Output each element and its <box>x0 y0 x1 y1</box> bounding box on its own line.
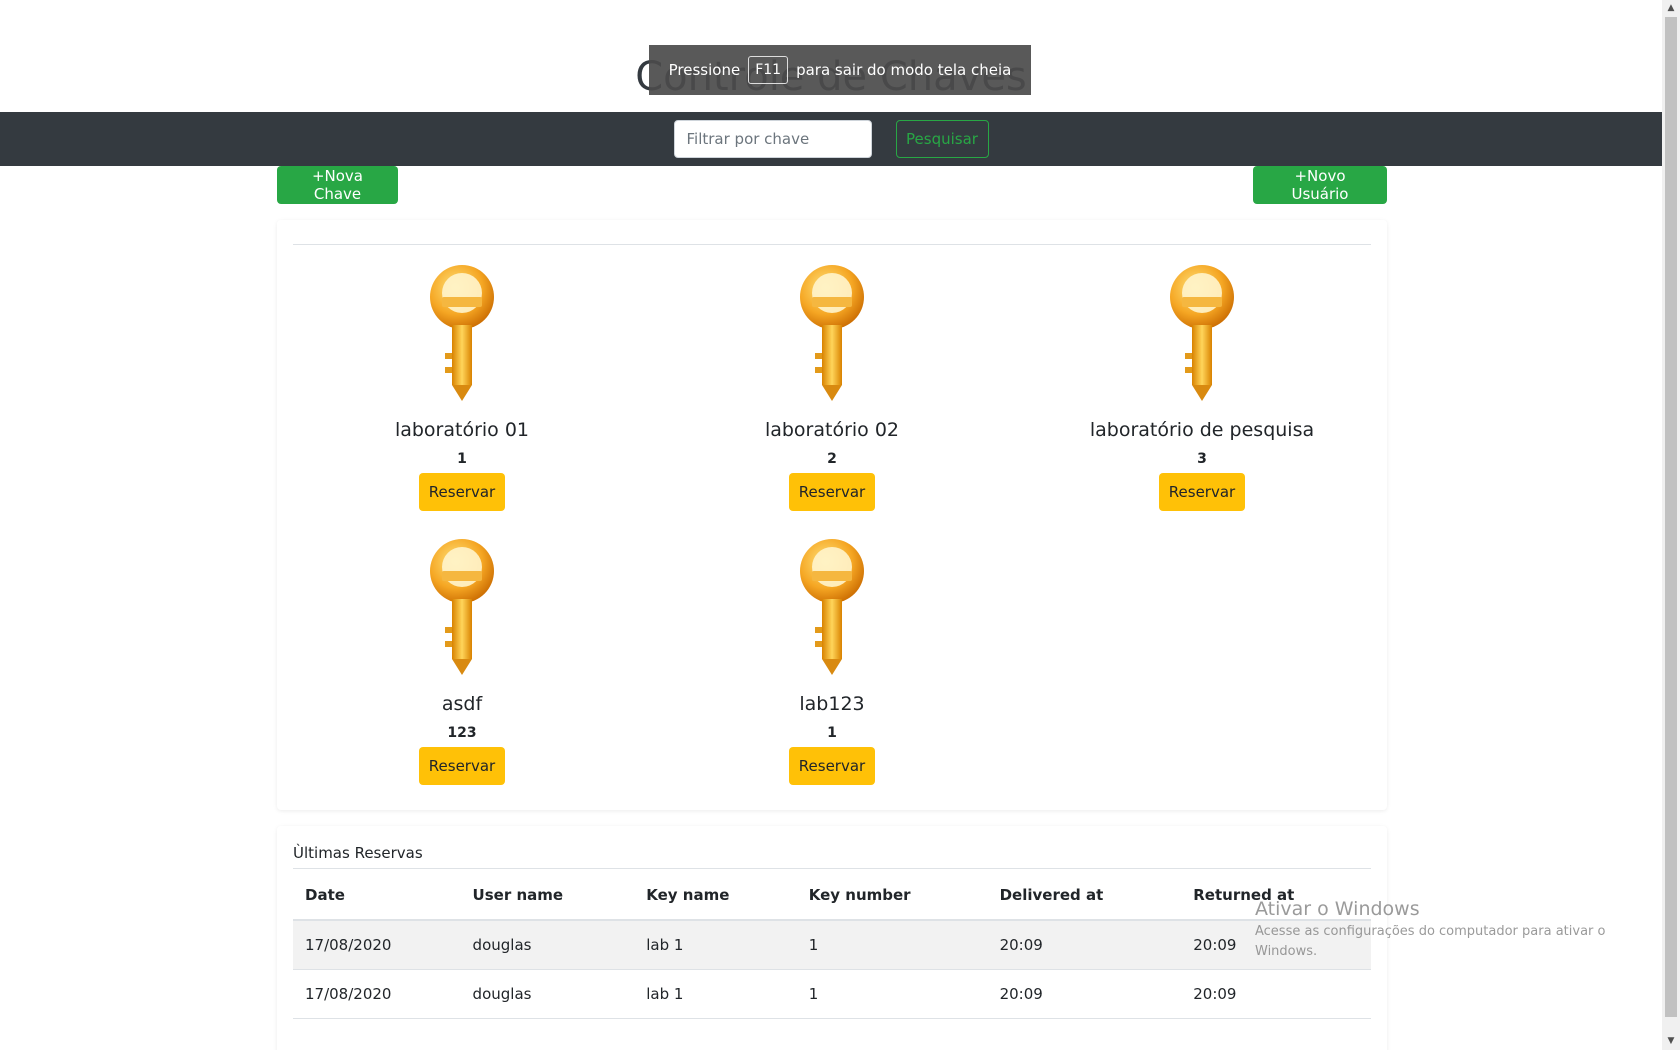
key-icon <box>800 265 864 401</box>
key-number: 1 <box>827 725 837 741</box>
reservations-card: Ùltimas Reservas Date User name Key name… <box>277 826 1387 1050</box>
key-name: laboratório 01 <box>394 419 530 441</box>
reservations-table: Date User name Key name Key number Deliv… <box>293 870 1371 1019</box>
key-number: 1 <box>457 451 467 467</box>
column-header-user-name: User name <box>460 870 635 921</box>
key-card: asdf 123 Reservar <box>277 537 647 785</box>
reservations-title: Ùltimas Reservas <box>293 844 423 862</box>
search-input[interactable] <box>673 120 872 158</box>
cell-user-name: douglas <box>460 920 635 970</box>
key-card: laboratório de pesquisa 3 Reservar <box>1017 263 1387 511</box>
cell-returned-at: 20:09 <box>1181 969 1371 1019</box>
windows-activation-watermark: Ativar o Windows Acesse as configurações… <box>1255 898 1615 962</box>
column-header-key-name: Key name <box>634 870 797 921</box>
fullscreen-notice: Pressione F11 para sair do modo tela che… <box>649 45 1031 95</box>
scrollbar-thumb[interactable] <box>1665 17 1677 1017</box>
scroll-up-arrow-icon[interactable]: ▲ <box>1662 0 1680 17</box>
key-name: laboratório de pesquisa <box>1089 419 1315 441</box>
navbar: Pesquisar <box>0 112 1662 166</box>
reserve-button[interactable]: Reservar <box>789 473 875 511</box>
key-icon <box>1170 265 1234 401</box>
reserve-button[interactable]: Reservar <box>1159 473 1245 511</box>
cell-key-name: lab 1 <box>634 969 797 1019</box>
reserve-button[interactable]: Reservar <box>419 747 505 785</box>
cell-key-number: 1 <box>796 969 988 1019</box>
column-header-date: Date <box>293 870 461 921</box>
key-card: lab123 1 Reservar <box>647 537 1017 785</box>
fullscreen-notice-prefix: Pressione <box>668 61 741 79</box>
reserve-button[interactable]: Reservar <box>419 473 505 511</box>
table-row: 17/08/2020 douglas lab 1 1 20:09 20:09 <box>293 969 1371 1019</box>
activation-subtitle: Acesse as configurações do computador pa… <box>1255 924 1606 959</box>
new-user-button[interactable]: +Novo Usuário <box>1253 166 1387 204</box>
key-name: laboratório 02 <box>764 419 900 441</box>
scroll-down-arrow-icon[interactable]: ▼ <box>1662 1033 1680 1050</box>
table-header-row: Date User name Key name Key number Deliv… <box>293 870 1371 921</box>
vertical-scrollbar[interactable]: ▲ ▼ <box>1662 0 1680 1050</box>
activation-title: Ativar o Windows <box>1255 898 1420 920</box>
key-number: 2 <box>827 451 837 467</box>
key-card: laboratório 02 2 Reservar <box>647 263 1017 511</box>
new-key-button[interactable]: +Nova Chave <box>277 166 398 204</box>
key-icon <box>800 539 864 675</box>
key-icon <box>430 539 494 675</box>
cell-user-name: douglas <box>460 969 635 1019</box>
cell-delivered-at: 20:09 <box>987 969 1182 1019</box>
key-number: 3 <box>1197 451 1207 467</box>
fullscreen-notice-suffix: para sair do modo tela cheia <box>796 61 1012 79</box>
keys-card: laboratório 01 1 Reservar laboratório 02… <box>277 220 1387 810</box>
search-button[interactable]: Pesquisar <box>895 120 989 158</box>
cell-delivered-at: 20:09 <box>987 920 1182 970</box>
keys-divider <box>293 244 1371 245</box>
key-icon <box>430 265 494 401</box>
cell-key-number: 1 <box>796 920 988 970</box>
column-header-delivered-at: Delivered at <box>987 870 1182 921</box>
key-card: laboratório 01 1 Reservar <box>277 263 647 511</box>
key-name: lab123 <box>799 693 865 715</box>
cell-date: 17/08/2020 <box>293 920 461 970</box>
table-row: 17/08/2020 douglas lab 1 1 20:09 20:09 <box>293 920 1371 970</box>
reserve-button[interactable]: Reservar <box>789 747 875 785</box>
cell-date: 17/08/2020 <box>293 969 461 1019</box>
f11-key-badge: F11 <box>748 56 789 84</box>
reservations-divider <box>293 868 1371 869</box>
key-name: asdf <box>441 693 483 715</box>
column-header-key-number: Key number <box>796 870 988 921</box>
key-number: 123 <box>447 725 477 741</box>
cell-key-name: lab 1 <box>634 920 797 970</box>
